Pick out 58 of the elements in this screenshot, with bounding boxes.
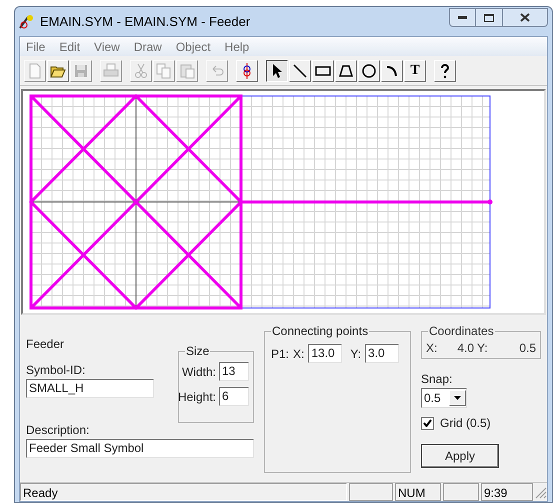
group-title: Connecting points <box>271 324 370 338</box>
size-field[interactable]: 6 <box>219 387 249 406</box>
app-icon <box>19 14 35 30</box>
y-field[interactable]: 3.0 <box>365 344 400 363</box>
line-icon <box>292 62 308 78</box>
checkbox-label: Grid (0.5) <box>440 415 491 432</box>
field-label: X: <box>293 346 304 362</box>
menu-item[interactable]: View <box>94 38 120 56</box>
minimize-icon <box>458 16 467 19</box>
point-label: P1: <box>271 346 290 362</box>
menu-item[interactable]: Edit <box>59 38 80 56</box>
copy-icon <box>156 62 172 78</box>
menu-item[interactable]: File <box>26 38 46 56</box>
group-title: Size <box>185 344 210 358</box>
maximize-button[interactable] <box>476 8 503 27</box>
status-text: Ready <box>20 483 347 501</box>
status-pane: NUM <box>395 483 441 501</box>
coordinate-value: 4.0 <box>457 340 474 357</box>
close-button[interactable] <box>503 8 548 27</box>
field-label: Snap: <box>421 371 454 388</box>
snap-dropdown[interactable]: 0.5 <box>421 388 467 408</box>
check-icon <box>423 419 432 427</box>
status-pane <box>349 483 393 501</box>
x-field[interactable]: 13.0 <box>308 344 342 363</box>
status-pane: 9:39 <box>481 483 533 501</box>
scissors-icon <box>133 62 149 78</box>
window-title: EMAIN.SYM - EMAIN.SYM - Feeder <box>40 12 250 31</box>
maximize-icon <box>484 14 494 22</box>
printer-icon <box>103 62 119 78</box>
symbol-id-field[interactable]: SMALL_H <box>26 379 154 398</box>
menu-item[interactable]: Draw <box>134 38 162 56</box>
field-label: Symbol-ID: <box>26 362 86 379</box>
description-field[interactable]: Feeder Small Symbol <box>26 439 254 458</box>
toolbar-button[interactable] <box>266 60 288 82</box>
drawing-canvas[interactable] <box>21 89 546 315</box>
dropdown-arrow-icon <box>454 396 461 400</box>
close-icon <box>520 13 530 22</box>
new-file-icon <box>27 62 43 78</box>
field-label: Description: <box>26 422 90 439</box>
coordinate-label: X: <box>426 340 438 357</box>
field-label: Width: <box>182 364 216 380</box>
clipboard-icon <box>179 62 195 78</box>
toolbar-button[interactable]: T <box>404 60 426 82</box>
group-title: Coordinates <box>428 324 495 338</box>
size-field[interactable]: 13 <box>219 362 249 381</box>
grid-checkbox[interactable] <box>421 416 434 430</box>
coordinate-value: 0.5 <box>519 340 536 357</box>
menu-item[interactable]: Object <box>176 38 211 56</box>
symbol-name: Feeder <box>26 336 64 353</box>
trapezoid-icon <box>338 62 354 78</box>
field-label: Y: <box>350 346 362 362</box>
status-pane <box>443 483 479 501</box>
apply-button[interactable]: Apply <box>421 444 499 468</box>
menu-item[interactable]: Help <box>224 38 250 56</box>
field-label: Height: <box>178 388 216 406</box>
circle-icon <box>361 62 377 78</box>
coordinate-label: Y: <box>477 340 488 357</box>
minimize-button[interactable] <box>449 8 476 27</box>
